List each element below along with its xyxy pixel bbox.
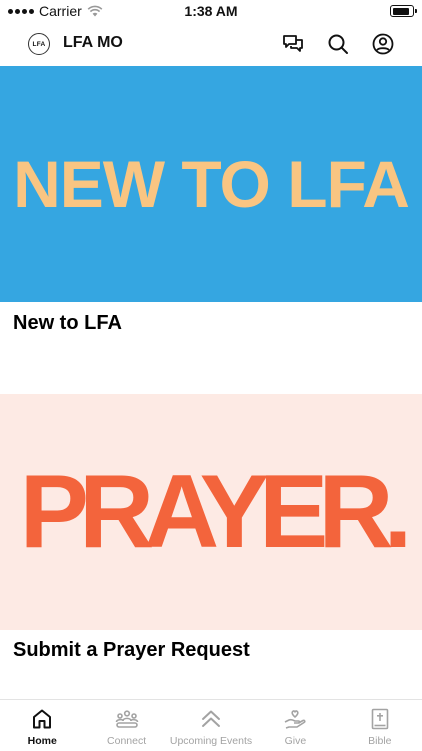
people-icon xyxy=(115,710,138,728)
tab-upcoming-events[interactable]: Upcoming Events xyxy=(169,700,253,751)
bible-icon xyxy=(371,708,389,730)
hand-heart-icon xyxy=(285,710,306,729)
card-new-to-lfa[interactable]: NEW TO LFA New to LFA xyxy=(0,66,422,394)
app-logo[interactable]: LFA xyxy=(28,33,50,55)
tab-home[interactable]: Home xyxy=(0,700,84,751)
card-title[interactable]: Submit a Prayer Request xyxy=(13,639,250,662)
card-image-text: PRAYER. xyxy=(19,453,413,570)
nav-bar: LFA LFA MO xyxy=(0,22,422,66)
search-button[interactable] xyxy=(326,32,350,56)
status-bar: Carrier 1:38 AM xyxy=(0,0,422,22)
status-time: 1:38 AM xyxy=(184,3,238,19)
tab-label: Upcoming Events xyxy=(169,735,253,747)
card-image[interactable]: PRAYER. xyxy=(0,394,422,630)
tab-label: Connect xyxy=(107,735,147,747)
chat-icon xyxy=(283,35,303,52)
card-prayer-request[interactable]: PRAYER. Submit a Prayer Request xyxy=(0,394,422,699)
tab-label: Give xyxy=(284,735,307,747)
account-icon xyxy=(372,33,394,55)
card-image[interactable]: NEW TO LFA xyxy=(0,66,422,302)
tab-bar: Home Connect Upcoming Events Give Bible xyxy=(0,699,422,751)
tab-label: Home xyxy=(27,735,57,747)
search-icon xyxy=(328,34,348,54)
tab-bible[interactable]: Bible xyxy=(338,700,422,751)
tab-label: Bible xyxy=(368,735,392,747)
card-image-text: NEW TO LFA xyxy=(13,147,410,221)
home-icon xyxy=(33,709,52,729)
tab-give[interactable]: Give xyxy=(253,700,337,751)
card-title[interactable]: New to LFA xyxy=(13,312,122,335)
tab-connect[interactable]: Connect xyxy=(84,700,168,751)
profile-button[interactable] xyxy=(371,32,395,56)
page-title: LFA MO xyxy=(63,34,123,51)
chevrons-up-icon xyxy=(202,710,221,727)
chat-button[interactable] xyxy=(281,32,305,56)
battery-icon xyxy=(390,5,417,17)
